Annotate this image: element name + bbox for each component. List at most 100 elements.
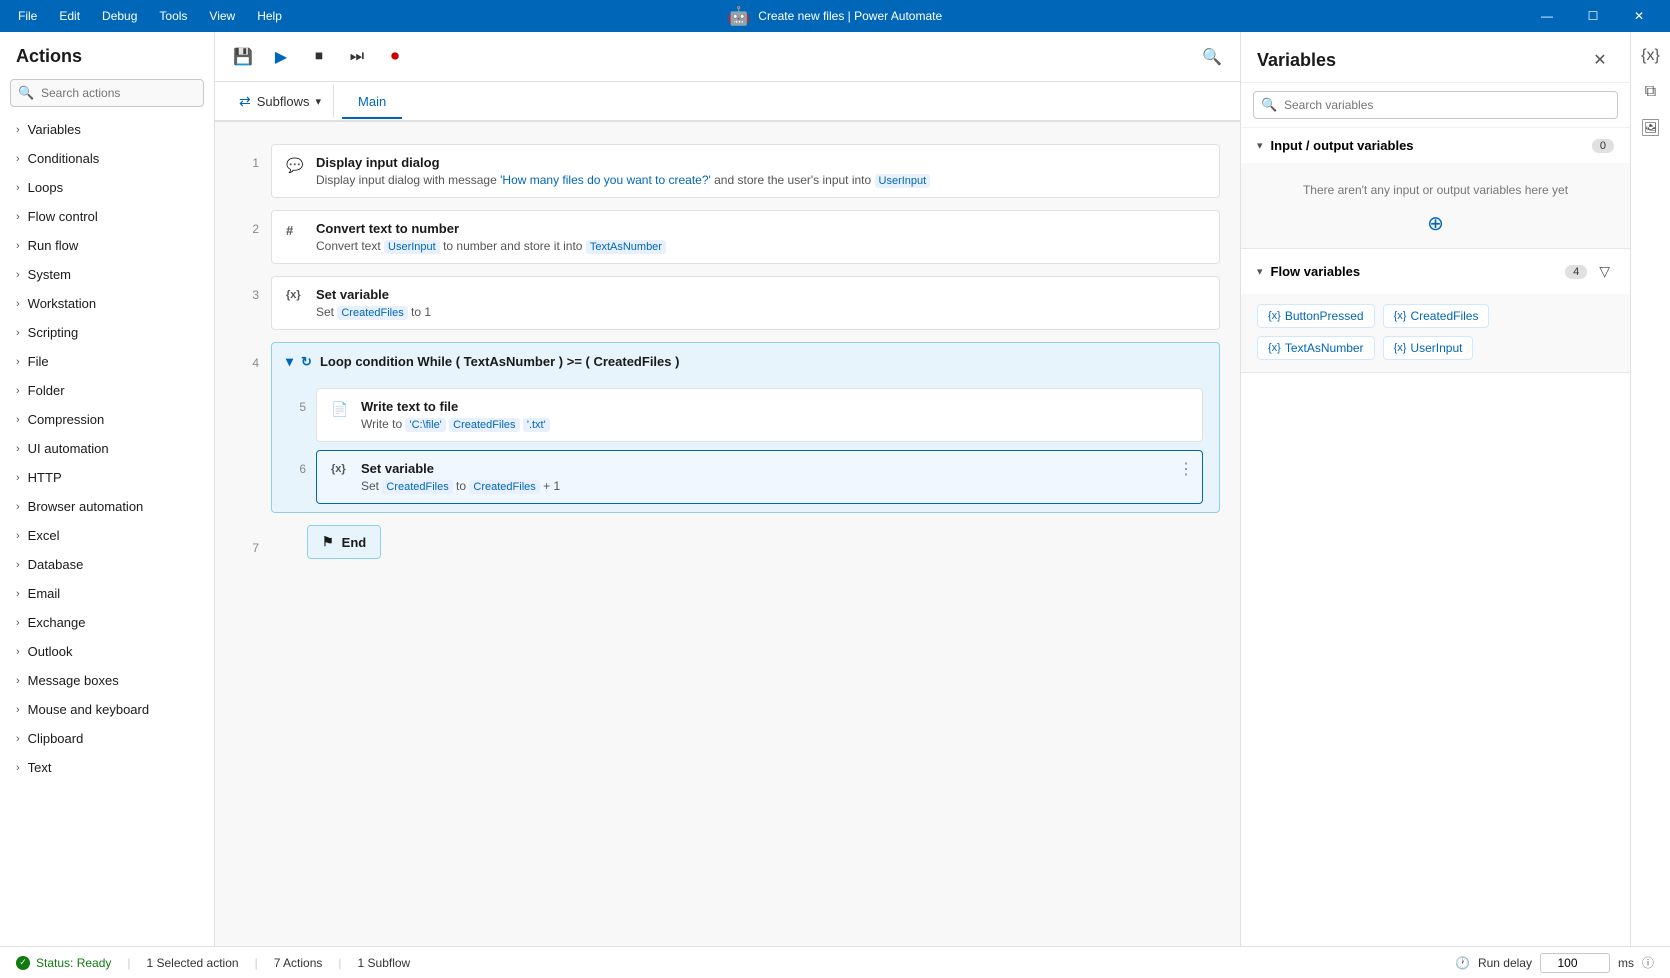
step-5-var3: '.txt' [523,418,550,432]
sidebar-item-conditionals[interactable]: ›Conditionals [0,144,214,173]
var-chip-icon: {x} [1394,342,1407,354]
chevron-icon: › [16,443,20,455]
step-card-2[interactable]: # Convert text to number Convert text Us… [271,210,1220,264]
right-sidebar-image-icon[interactable]: 🖼 [1635,112,1667,144]
chevron-icon: › [16,269,20,281]
flow-step-3: 3 {x} Set variable Set CreatedFiles to 1 [215,270,1240,336]
menu-tools[interactable]: Tools [149,5,197,27]
sidebar-item-browser-automation[interactable]: ›Browser automation [0,492,214,521]
end-card[interactable]: ⚑ End [307,525,381,559]
sidebar-item-database[interactable]: ›Database [0,550,214,579]
step-1-link: 'How many files do you want to create?' [500,173,711,187]
right-sidebar-layers-icon[interactable]: ⧉ [1635,76,1667,108]
flow-variables-header[interactable]: ▾ Flow variables 4 ▽ [1241,249,1630,294]
sidebar-item-excel[interactable]: ›Excel [0,521,214,550]
var-chip-userinput[interactable]: {x} UserInput [1383,336,1474,360]
search-actions-input[interactable] [10,79,204,107]
menu-help[interactable]: Help [247,5,292,27]
total-actions-count: 7 Actions [274,956,323,970]
input-output-header[interactable]: ▾ Input / output variables 0 [1241,128,1630,163]
menu-debug[interactable]: Debug [92,5,147,27]
sidebar-item-message-boxes[interactable]: ›Message boxes [0,666,214,695]
step-button[interactable]: ⏭ [341,41,373,73]
flow-step-2: 2 # Convert text to number Convert text … [215,204,1240,270]
chevron-icon: › [16,153,20,165]
sidebar-item-file[interactable]: ›File [0,347,214,376]
step-more-menu[interactable]: ⋮ [1178,459,1194,479]
sidebar-item-compression[interactable]: ›Compression [0,405,214,434]
menu-edit[interactable]: Edit [49,5,90,27]
step-title-5: Write text to file [361,399,1188,414]
run-button[interactable]: ▶ [265,41,297,73]
step-number-7: 7 [235,529,259,555]
sidebar-item-scripting[interactable]: ›Scripting [0,318,214,347]
sidebar-item-email[interactable]: ›Email [0,579,214,608]
close-button[interactable]: ✕ [1616,0,1662,32]
sidebar-search-container: 🔍 [10,79,204,107]
var-chip-icon: {x} [1394,310,1407,322]
step-title-2: Convert text to number [316,221,1205,236]
minimize-button[interactable]: — [1524,0,1570,32]
add-io-variable-button[interactable]: ⊕ [1257,211,1614,236]
chevron-icon: › [16,385,20,397]
sidebar-list: ›Variables ›Conditionals ›Loops ›Flow co… [0,115,214,946]
io-section-content: There aren't any input or output variabl… [1241,163,1630,248]
step-card-5[interactable]: 📄 Write text to file Write to 'C:\file' … [316,388,1203,442]
flow-count-badge: 4 [1565,265,1587,279]
run-delay-unit: ms [1618,956,1634,970]
filter-icon[interactable]: ▽ [1595,259,1614,284]
end-flag-icon: ⚑ [322,534,334,550]
sidebar-item-exchange[interactable]: ›Exchange [0,608,214,637]
step-card-3[interactable]: {x} Set variable Set CreatedFiles to 1 [271,276,1220,330]
maximize-button[interactable]: ☐ [1570,0,1616,32]
var-chip-buttonpressed[interactable]: {x} ButtonPressed [1257,304,1375,328]
chevron-icon: › [16,472,20,484]
sidebar-item-flow-control[interactable]: ›Flow control [0,202,214,231]
status-ready: Status: Ready [16,956,111,970]
sidebar-item-workstation[interactable]: ›Workstation [0,289,214,318]
step-desc-3: Set CreatedFiles to 1 [316,305,1205,319]
sidebar-item-mouse-keyboard[interactable]: ›Mouse and keyboard [0,695,214,724]
record-button[interactable]: ⏺ [379,41,411,73]
step-title-1: Display input dialog [316,155,1205,170]
chevron-icon: › [16,733,20,745]
var-chip-createdfiles[interactable]: {x} CreatedFiles [1383,304,1490,328]
subflows-button[interactable]: ⇄ Subflows ▾ [227,85,334,118]
sidebar-item-folder[interactable]: ›Folder [0,376,214,405]
sidebar-item-variables[interactable]: ›Variables [0,115,214,144]
chevron-icon: › [16,675,20,687]
sidebar-item-outlook[interactable]: ›Outlook [0,637,214,666]
titlebar: File Edit Debug Tools View Help 🤖 Create… [0,0,1670,32]
run-delay-input[interactable] [1540,953,1610,973]
right-sidebar-variables-icon[interactable]: {x} [1635,40,1667,72]
search-variables-input[interactable] [1253,91,1618,119]
variables-close-button[interactable]: ✕ [1586,46,1614,74]
step-number-3: 3 [235,276,259,302]
sidebar-item-system[interactable]: ›System [0,260,214,289]
sidebar-item-run-flow[interactable]: ›Run flow [0,231,214,260]
titlebar-menu: File Edit Debug Tools View Help [8,5,292,27]
var-search-container: 🔍 [1241,83,1630,128]
sidebar-item-clipboard[interactable]: ›Clipboard [0,724,214,753]
chevron-icon: › [16,617,20,629]
search-button[interactable]: 🔍 [1196,41,1228,73]
save-button[interactable]: 💾 [227,41,259,73]
var-search-icon: 🔍 [1261,97,1277,113]
sidebar-item-http[interactable]: ›HTTP [0,463,214,492]
sidebar-item-ui-automation[interactable]: ›UI automation [0,434,214,463]
input-output-section: ▾ Input / output variables 0 There aren'… [1241,128,1630,249]
loop-step-5: 5 📄 Write text to file Write to 'C:\file… [272,384,1219,446]
window-controls: — ☐ ✕ [1524,0,1662,32]
stop-button[interactable]: ⏹ [303,41,335,73]
loop-header[interactable]: ▾ ↻ Loop condition While ( TextAsNumber … [272,343,1219,380]
tab-main[interactable]: Main [342,86,402,119]
sidebar-item-loops[interactable]: ›Loops [0,173,214,202]
step-card-6[interactable]: {x} Set variable Set CreatedFiles to Cre… [316,450,1203,504]
sidebar-item-text[interactable]: ›Text [0,753,214,782]
info-icon[interactable]: ⓘ [1642,954,1654,971]
var-chip-textasnumber[interactable]: {x} TextAsNumber [1257,336,1375,360]
step-6-var1: CreatedFiles [382,480,452,494]
menu-file[interactable]: File [8,5,47,27]
menu-view[interactable]: View [199,5,245,27]
step-card-1[interactable]: 💬 Display input dialog Display input dia… [271,144,1220,198]
